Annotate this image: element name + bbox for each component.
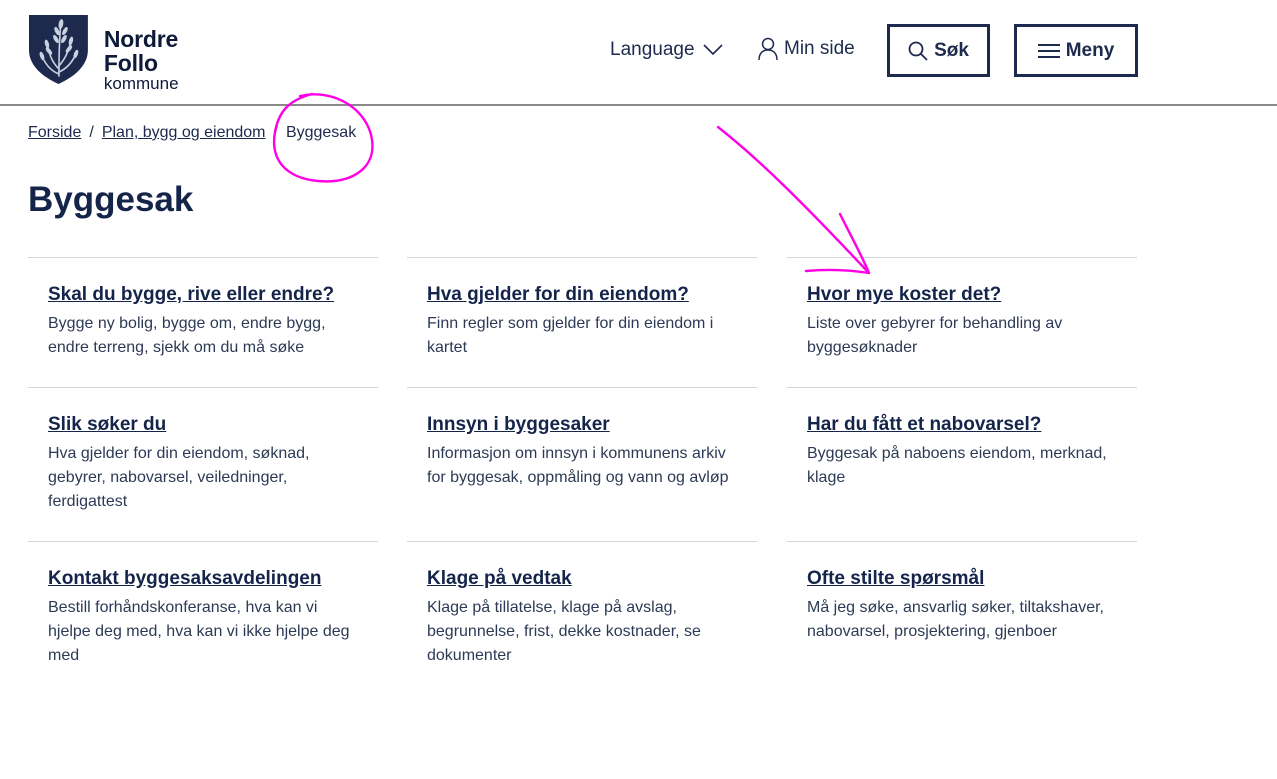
min-side-label: Min side — [784, 38, 855, 59]
menu-button[interactable]: Meny — [1014, 24, 1138, 77]
breadcrumb-forside[interactable]: Forside — [28, 124, 81, 142]
min-side-link[interactable]: Min side — [758, 37, 855, 61]
breadcrumb-separator: / — [89, 124, 94, 141]
breadcrumb-separator: / — [273, 124, 278, 141]
breadcrumb-current: Byggesak — [285, 124, 357, 141]
card-description: Bestill forhåndskonferanse, hva kan vi h… — [48, 599, 350, 664]
card-title-link[interactable]: Hvor mye koster det? — [807, 284, 1117, 306]
card-title-link[interactable]: Klage på vedtak — [427, 568, 737, 590]
card-description: Bygge ny bolig, bygge om, endre bygg, en… — [48, 315, 326, 356]
card-description: Byggesak på naboens eiendom, merknad, kl… — [807, 445, 1107, 486]
chevron-down-icon — [702, 44, 723, 56]
breadcrumb: Forside / Plan, bygg og eiendom / Bygges… — [28, 124, 356, 142]
card-hva-koster: Hvor mye koster det? Liste over gebyrer … — [787, 257, 1137, 360]
card-slik-soker-du: Slik søker du Hva gjelder for din eiendo… — [28, 387, 378, 514]
card-title-link[interactable]: Har du fått et nabovarsel? — [807, 414, 1117, 436]
card-description: Hva gjelder for din eiendom, søknad, geb… — [48, 445, 310, 510]
card-description: Må jeg søke, ansvarlig søker, tiltakshav… — [807, 599, 1104, 640]
user-icon — [758, 37, 778, 61]
logo[interactable]: Nordre Follo kommune — [28, 14, 238, 93]
card-title-link[interactable]: Kontakt byggesaksavdelingen — [48, 568, 358, 590]
language-selector[interactable]: Language — [610, 39, 723, 61]
card-description: Klage på tillatelse, klage på avslag, be… — [427, 599, 701, 664]
card-description: Informasjon om innsyn i kommunens arkiv … — [427, 445, 729, 486]
hamburger-icon — [1037, 43, 1060, 58]
card-bygge-rive-endre: Skal du bygge, rive eller endre? Bygge n… — [28, 257, 378, 360]
annotation-arrow — [716, 125, 870, 274]
menu-button-label: Meny — [1065, 39, 1115, 61]
breadcrumb-plan-bygg-eiendom[interactable]: Plan, bygg og eiendom — [102, 124, 266, 142]
card-innsyn: Innsyn i byggesaker Informasjon om innsy… — [407, 387, 757, 490]
card-faq: Ofte stilte spørsmål Må jeg søke, ansvar… — [787, 541, 1137, 644]
card-kontakt: Kontakt byggesaksavdelingen Bestill forh… — [28, 541, 378, 668]
logo-sub: kommune — [103, 74, 179, 93]
search-button[interactable]: Søk — [887, 24, 990, 77]
card-title-link[interactable]: Hva gjelder for din eiendom? — [427, 284, 737, 306]
card-title-link[interactable]: Innsyn i byggesaker — [427, 414, 737, 436]
site-header: Nordre Follo kommune Language Min side S… — [0, 0, 1277, 106]
card-din-eiendom: Hva gjelder for din eiendom? Finn regler… — [407, 257, 757, 360]
card-nabovarsel: Har du fått et nabovarsel? Byggesak på n… — [787, 387, 1137, 490]
card-description: Liste over gebyrer for behandling av byg… — [807, 315, 1063, 356]
card-title-link[interactable]: Ofte stilte spørsmål — [807, 568, 1117, 590]
logo-text: Nordre Follo kommune — [104, 27, 238, 93]
page-title: Byggesak — [28, 180, 194, 219]
search-icon — [908, 41, 928, 61]
language-label: Language — [610, 39, 695, 60]
card-klage: Klage på vedtak Klage på tillatelse, kla… — [407, 541, 757, 668]
logo-name: Nordre Follo — [103, 26, 179, 76]
search-button-label: Søk — [934, 39, 969, 61]
card-description: Finn regler som gjelder for din eiendom … — [427, 315, 714, 356]
card-title-link[interactable]: Slik søker du — [48, 414, 358, 436]
coat-of-arms-icon — [28, 15, 88, 84]
card-title-link[interactable]: Skal du bygge, rive eller endre? — [48, 284, 358, 306]
